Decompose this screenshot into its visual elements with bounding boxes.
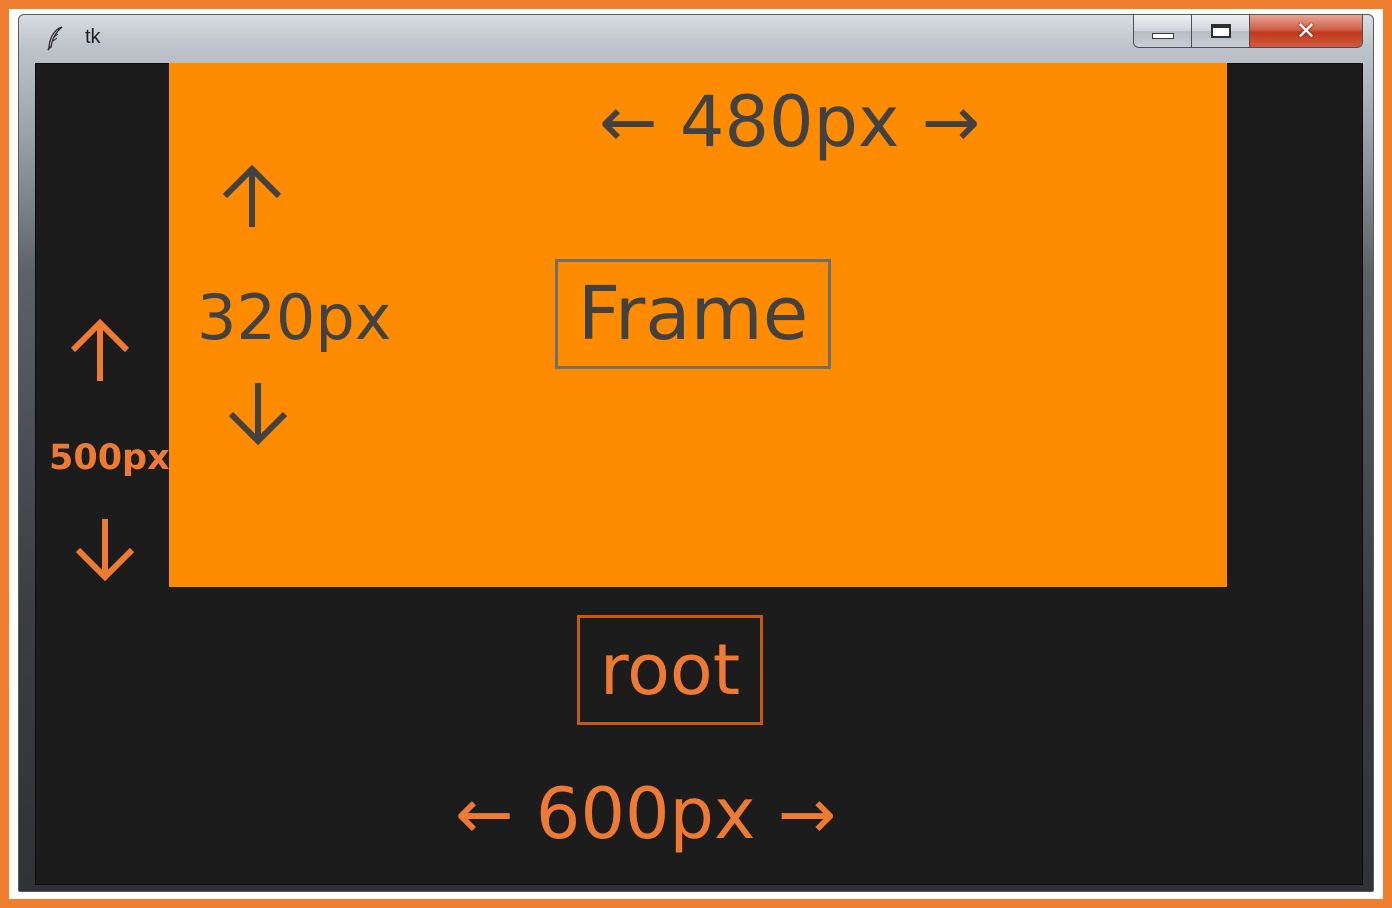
maximize-button[interactable] [1192, 15, 1250, 47]
frame-height-down-arrow-icon [228, 383, 288, 446]
root-name-label: root [599, 629, 741, 711]
minimize-button[interactable] [1134, 15, 1192, 47]
maximize-icon [1210, 24, 1231, 38]
frame-widget: ← 480px → 320px Frame [169, 63, 1227, 587]
frame-width-label: ← 480px → [599, 81, 981, 163]
root-width-label: ← 600px → [455, 773, 837, 855]
close-button[interactable]: ✕ [1250, 15, 1362, 47]
window-controls: ✕ [1133, 15, 1363, 48]
close-icon: ✕ [1295, 17, 1317, 45]
frame-height-up-arrow-icon [222, 164, 282, 227]
root-height-up-arrow-icon [70, 318, 130, 381]
tk-window: tk ✕ ← 480px → 320px Frame 500px root ← … [18, 14, 1374, 892]
frame-name-box: Frame [555, 259, 831, 369]
title-bar[interactable]: tk ✕ [19, 15, 1373, 61]
window-title: tk [85, 26, 101, 48]
frame-name-label: Frame [577, 271, 809, 357]
frame-height-label: 320px [197, 281, 392, 354]
root-name-box: root [577, 615, 763, 725]
minimize-icon [1151, 33, 1174, 39]
root-height-down-arrow-icon [75, 519, 135, 582]
root-window: ← 480px → 320px Frame 500px root ← 600px… [35, 63, 1363, 885]
tk-feather-icon [47, 26, 63, 51]
root-height-label: 500px [49, 438, 170, 478]
